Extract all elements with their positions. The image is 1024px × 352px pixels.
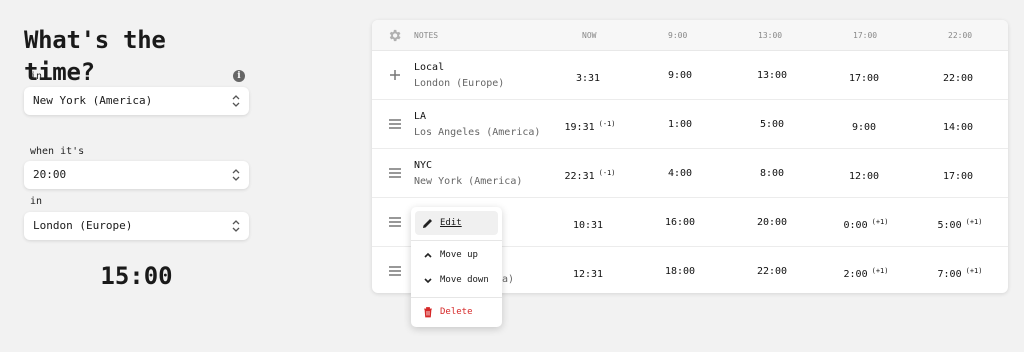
row-zone: New York (America) (414, 176, 523, 187)
edit-label: Edit (440, 218, 462, 228)
target-timezone-select[interactable]: London (Europe) (24, 212, 249, 240)
cell-time: 22:00 (942, 73, 974, 84)
cell-now: 19:31 (-1) (564, 120, 616, 133)
cell-time: 0:00 (+1) (843, 218, 889, 231)
cell-time: 5:00 (+1) (937, 218, 983, 231)
time-select[interactable]: 20:00 (24, 161, 249, 189)
cell-now: 22:31 (-1) (564, 169, 616, 182)
row-zone: a) (502, 274, 515, 285)
converted-time-result: 15:00 (100, 262, 173, 290)
column-header-hour: 9:00 (668, 31, 688, 40)
info-icon[interactable]: i (233, 70, 245, 82)
drag-handle-icon[interactable] (388, 215, 402, 229)
drag-handle-icon[interactable] (388, 117, 402, 131)
source-timezone-value: New York (America) (33, 94, 153, 107)
delete-label: Delete (440, 307, 473, 317)
drag-handle-icon[interactable] (388, 264, 402, 278)
time-value: 20:00 (33, 168, 67, 181)
plus-icon[interactable] (388, 68, 402, 82)
cell-time: 20:00 (756, 217, 788, 228)
row-zone: London (Europe) (414, 78, 505, 89)
gear-icon[interactable] (387, 28, 402, 43)
cell-now: 3:31 (575, 73, 601, 84)
in-label: in (30, 71, 43, 82)
cell-time: 22:00 (756, 266, 788, 277)
cell-time: 5:00 (759, 119, 785, 130)
pencil-icon (423, 219, 432, 228)
move-down-menu-item[interactable]: Move down (415, 268, 498, 292)
delete-menu-item[interactable]: Delete (415, 300, 498, 324)
target-in-label: in (30, 196, 43, 207)
move-up-menu-item[interactable]: Move up (415, 243, 498, 267)
source-timezone-select[interactable]: New York (America) (24, 87, 249, 115)
column-header-hour: 13:00 (758, 31, 783, 40)
move-up-label: Move up (440, 250, 478, 260)
cell-time: 9:00 (851, 122, 877, 133)
cell-time: 2:00 (+1) (843, 267, 889, 280)
cell-time: 1:00 (667, 119, 693, 130)
cell-time: 17:00 (848, 73, 880, 84)
row-name: NYC (414, 160, 433, 171)
page-title: What's the time? (24, 26, 166, 86)
chevron-up-down-icon (232, 169, 240, 181)
move-down-label: Move down (440, 275, 489, 285)
table-header: NOTES NOW 9:00 13:00 17:00 22:00 (372, 20, 1008, 51)
row-name: LA (414, 111, 427, 122)
menu-divider (411, 297, 502, 298)
table-row: LA Los Angeles (America) 19:31 (-1) 1:00 … (372, 100, 1008, 149)
chevron-down-icon (424, 278, 432, 284)
time-converter-panel: What's the time? in i New York (America)… (24, 24, 249, 290)
column-header-hour: 22:00 (948, 31, 973, 40)
cell-time: 9:00 (667, 70, 693, 81)
cell-time: 18:00 (664, 266, 696, 277)
cell-time: 17:00 (942, 171, 974, 182)
row-context-menu: Edit Move up Move down Delete (411, 207, 502, 327)
table-row: NYC New York (America) 22:31 (-1) 4:00 8:… (372, 149, 1008, 198)
column-header-notes: NOTES (414, 31, 439, 40)
cell-time: 13:00 (756, 70, 788, 81)
cell-now: 10:31 (572, 220, 604, 231)
cell-time: 8:00 (759, 168, 785, 179)
chevron-up-down-icon (232, 220, 240, 232)
cell-now: 12:31 (572, 269, 604, 280)
cell-time: 14:00 (942, 122, 974, 133)
row-zone: Los Angeles (America) (414, 127, 541, 138)
cell-time: 7:00 (+1) (937, 267, 983, 280)
drag-handle-icon[interactable] (388, 166, 402, 180)
column-header-hour: 17:00 (853, 31, 878, 40)
when-label: when it's (30, 146, 85, 157)
chevron-up-down-icon (232, 95, 240, 107)
trash-icon (424, 307, 432, 318)
cell-time: 4:00 (667, 168, 693, 179)
edit-menu-item[interactable]: Edit (415, 211, 498, 235)
menu-divider (411, 240, 502, 241)
cell-time: 12:00 (848, 171, 880, 182)
cell-time: 16:00 (664, 217, 696, 228)
column-header-now: NOW (582, 31, 597, 40)
table-row: Local London (Europe) 3:31 9:00 13:00 17… (372, 51, 1008, 100)
row-name: Local (414, 62, 445, 73)
chevron-up-icon (424, 252, 432, 258)
target-timezone-value: London (Europe) (33, 219, 133, 232)
